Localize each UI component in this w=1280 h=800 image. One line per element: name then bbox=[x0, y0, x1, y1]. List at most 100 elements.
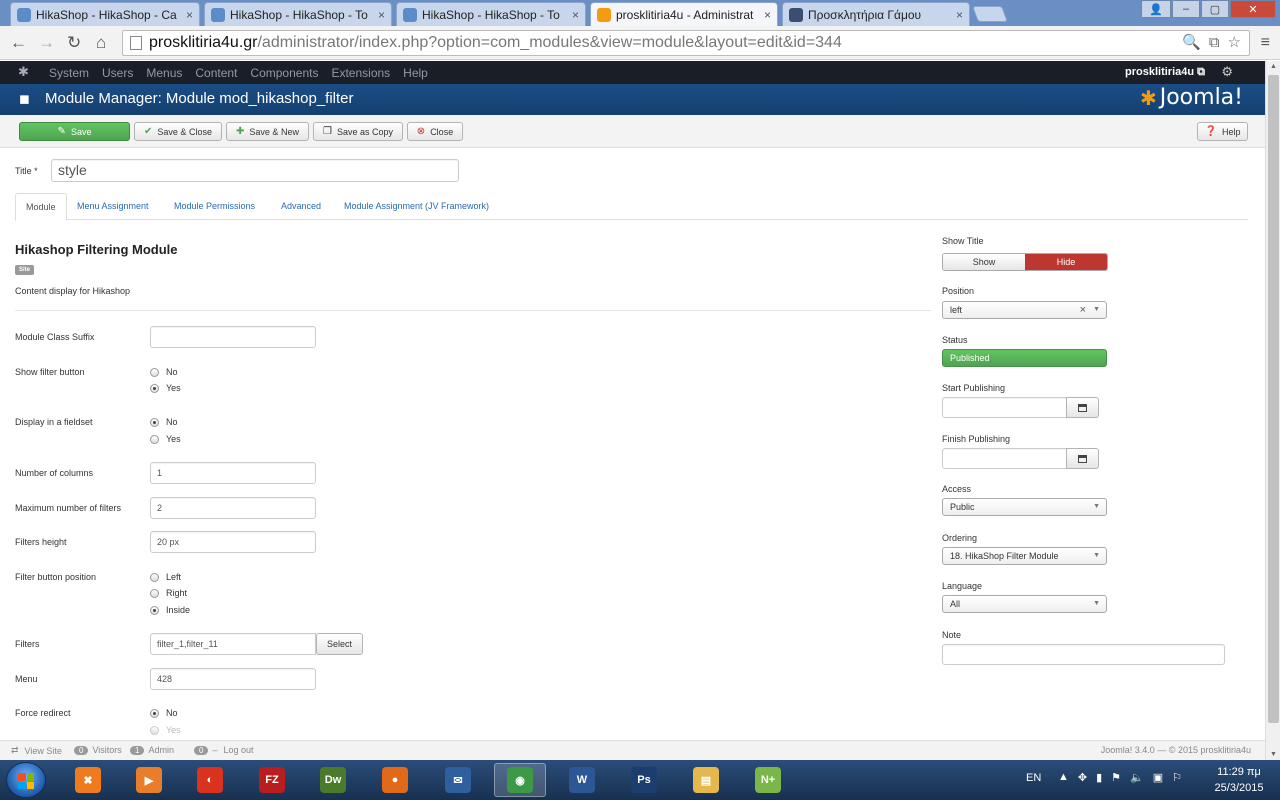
browser-tab[interactable]: HikaShop - HikaShop - To × bbox=[204, 2, 392, 26]
button-position-inside[interactable]: Inside bbox=[150, 605, 190, 615]
url-input[interactable]: prosklitiria4u.gr/administrator/index.ph… bbox=[122, 30, 1250, 56]
admin-menu-users[interactable]: Users bbox=[102, 66, 133, 80]
save-button[interactable]: ✎ Save bbox=[19, 122, 130, 141]
zoom-icon[interactable]: 🔍 bbox=[1182, 31, 1201, 55]
note-input[interactable] bbox=[942, 644, 1225, 665]
clock[interactable]: 11:29 πμ 25/3/2015 bbox=[1212, 764, 1266, 796]
admin-menu-content[interactable]: Content bbox=[195, 66, 237, 80]
finish-publishing-input[interactable] bbox=[942, 448, 1067, 469]
taskbar-app-xampp[interactable]: ✖ bbox=[62, 763, 114, 797]
browser-tab[interactable]: Προσκλητήρια Γάμου × bbox=[782, 2, 970, 26]
browser-tab[interactable]: HikaShop - HikaShop - To × bbox=[396, 2, 586, 26]
fieldset-no[interactable]: No bbox=[150, 417, 178, 427]
title-input[interactable]: style bbox=[51, 159, 459, 182]
language-select[interactable]: All ▼ bbox=[942, 595, 1107, 613]
close-button[interactable]: ⊗ Close bbox=[407, 122, 463, 141]
taskbar-app-filezilla[interactable]: FZ bbox=[246, 763, 298, 797]
force-redirect-no[interactable]: No bbox=[150, 708, 178, 718]
force-redirect-yes[interactable]: Yes bbox=[150, 725, 181, 735]
tray-arrow-icon[interactable]: ▲ bbox=[1058, 771, 1069, 784]
filters-height-input[interactable]: 20 px bbox=[150, 531, 316, 553]
admin-menu-system[interactable]: System bbox=[49, 66, 89, 80]
scroll-down-icon[interactable]: ▼ bbox=[1266, 751, 1280, 758]
logout-link[interactable]: 0– Log out bbox=[194, 745, 254, 755]
start-publishing-input[interactable] bbox=[942, 397, 1067, 418]
taskbar-app-firefox[interactable]: ● bbox=[369, 763, 421, 797]
button-position-left[interactable]: Left bbox=[150, 572, 181, 582]
network-icon[interactable]: ▮ bbox=[1096, 771, 1102, 784]
finish-calendar-button[interactable] bbox=[1066, 448, 1099, 469]
select-filters-button[interactable]: Select bbox=[316, 633, 363, 655]
clear-icon[interactable]: × bbox=[1080, 302, 1086, 318]
admin-menu-components[interactable]: Components bbox=[250, 66, 318, 80]
taskbar-app-dreamweaver[interactable]: Dw bbox=[307, 763, 359, 797]
tab-close-icon[interactable]: × bbox=[186, 8, 193, 22]
user-icon[interactable]: 👤 bbox=[1141, 0, 1171, 18]
browser-menu-icon[interactable]: ≡ bbox=[1261, 34, 1270, 52]
taskbar-app-thunderbird[interactable]: ✉ bbox=[432, 763, 484, 797]
start-button[interactable] bbox=[6, 762, 46, 798]
back-icon[interactable]: ← bbox=[10, 33, 27, 53]
view-site-link[interactable]: ⇄ View Site bbox=[11, 745, 62, 756]
taskbar-app-explorer[interactable]: ▤ bbox=[680, 763, 732, 797]
taskbar-app-word[interactable]: W bbox=[556, 763, 608, 797]
site-link[interactable]: prosklitiria4u ⧉ bbox=[1125, 66, 1205, 79]
bookmark-star-icon[interactable]: ☆ bbox=[1228, 31, 1241, 55]
class-suffix-input[interactable] bbox=[150, 326, 316, 348]
taskbar-app-notepad-plus[interactable]: N+ bbox=[742, 763, 794, 797]
tab-jv-framework[interactable]: Module Assignment (JV Framework) bbox=[334, 193, 499, 220]
admin-menu-extensions[interactable]: Extensions bbox=[331, 66, 390, 80]
fieldset-yes[interactable]: Yes bbox=[150, 434, 181, 444]
columns-input[interactable]: 1 bbox=[150, 462, 316, 484]
access-select[interactable]: Public ▼ bbox=[942, 498, 1107, 516]
power-icon[interactable]: ▣ bbox=[1153, 771, 1163, 784]
reload-icon[interactable]: ↻ bbox=[67, 33, 81, 53]
filters-input[interactable]: filter_1,filter_11 bbox=[150, 633, 316, 655]
save-copy-button[interactable]: ❐ Save as Copy bbox=[313, 122, 403, 141]
tab-close-icon[interactable]: × bbox=[764, 8, 771, 22]
browser-tab[interactable]: prosklitiria4u - Administrat × bbox=[590, 2, 778, 26]
tab-close-icon[interactable]: × bbox=[378, 8, 385, 22]
save-new-button[interactable]: ✚ Save & New bbox=[226, 122, 309, 141]
help-button[interactable]: ❓ Help bbox=[1197, 122, 1248, 141]
flag-icon[interactable]: ⚑ bbox=[1111, 771, 1121, 784]
save-close-button[interactable]: ✔ Save & Close bbox=[134, 122, 222, 141]
taskbar-app-chrome[interactable]: ◉ bbox=[494, 763, 546, 797]
menu-input[interactable]: 428 bbox=[150, 668, 316, 690]
tab-close-icon[interactable]: × bbox=[572, 8, 579, 22]
taskbar-app-media-player[interactable]: ▶ bbox=[123, 763, 175, 797]
max-filters-input[interactable]: 2 bbox=[150, 497, 316, 519]
tab-advanced[interactable]: Advanced bbox=[271, 193, 331, 220]
position-select[interactable]: left × ▼ bbox=[942, 301, 1107, 319]
forward-icon[interactable]: → bbox=[38, 33, 55, 53]
show-title-hide-button[interactable]: Hide bbox=[1025, 254, 1107, 270]
scroll-up-icon[interactable]: ▲ bbox=[1266, 63, 1280, 70]
button-position-right[interactable]: Right bbox=[150, 588, 187, 598]
status-select[interactable]: Published bbox=[942, 349, 1107, 367]
joomla-logo-icon[interactable]: ✱ bbox=[18, 64, 29, 80]
tab-menu-assignment[interactable]: Menu Assignment bbox=[67, 193, 159, 220]
close-window-icon[interactable]: ✕ bbox=[1230, 0, 1276, 18]
ordering-select[interactable]: 18. HikaShop Filter Module ▼ bbox=[942, 547, 1107, 565]
show-filter-button-no[interactable]: No bbox=[150, 367, 178, 377]
volume-icon[interactable]: 🔈 bbox=[1130, 771, 1144, 784]
taskbar-app-filezilla-alt[interactable]: ◐ bbox=[184, 763, 236, 797]
gear-icon[interactable]: ⚙ bbox=[1221, 64, 1233, 80]
tab-close-icon[interactable]: × bbox=[956, 8, 963, 22]
dropbox-icon[interactable]: ✥ bbox=[1078, 771, 1087, 784]
scrollbar-thumb[interactable] bbox=[1268, 75, 1279, 723]
taskbar-app-photoshop[interactable]: Ps bbox=[618, 763, 670, 797]
show-title-show-button[interactable]: Show bbox=[943, 254, 1025, 270]
browser-tab[interactable]: HikaShop - HikaShop - Ca × bbox=[10, 2, 200, 26]
start-calendar-button[interactable] bbox=[1066, 397, 1099, 418]
admin-menu-help[interactable]: Help bbox=[403, 66, 428, 80]
new-tab-button[interactable] bbox=[972, 6, 1008, 22]
admin-menu-menus[interactable]: Menus bbox=[146, 66, 182, 80]
tab-module-permissions[interactable]: Module Permissions bbox=[164, 193, 265, 220]
maximize-icon[interactable]: ▢ bbox=[1201, 0, 1229, 18]
translate-icon[interactable]: ⧉ bbox=[1209, 31, 1220, 55]
minimize-icon[interactable]: – bbox=[1172, 0, 1200, 18]
language-indicator[interactable]: EN bbox=[1026, 772, 1041, 784]
action-center-icon[interactable]: ⚐ bbox=[1172, 771, 1182, 784]
tab-module[interactable]: Module bbox=[15, 193, 67, 221]
